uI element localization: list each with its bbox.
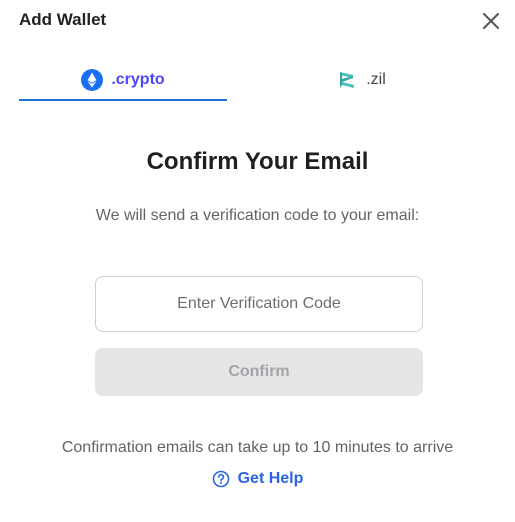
tab-crypto-label: .crypto — [111, 71, 165, 88]
confirmation-delay-note: Confirmation emails can take up to 10 mi… — [61, 439, 454, 456]
verification-code-input[interactable] — [95, 276, 423, 332]
tab-zil-label: .zil — [366, 71, 386, 88]
question-circle-icon — [212, 470, 229, 488]
get-help-link[interactable]: Get Help — [0, 470, 515, 488]
close-icon — [483, 13, 499, 29]
ethereum-icon — [81, 69, 104, 91]
zilliqa-icon — [336, 69, 358, 91]
verification-instructions: We will send a verification code to your… — [95, 207, 420, 224]
confirm-button[interactable]: Confirm — [95, 348, 423, 396]
get-help-label: Get Help — [237, 470, 304, 487]
confirm-heading: Confirm Your Email — [146, 148, 369, 175]
tab-crypto[interactable]: .crypto — [19, 60, 227, 101]
wallet-tabs: .crypto .zil — [0, 60, 515, 102]
tab-zil[interactable]: .zil — [257, 60, 465, 100]
dialog-title: Add Wallet — [19, 10, 107, 29]
close-button[interactable] — [481, 11, 501, 31]
